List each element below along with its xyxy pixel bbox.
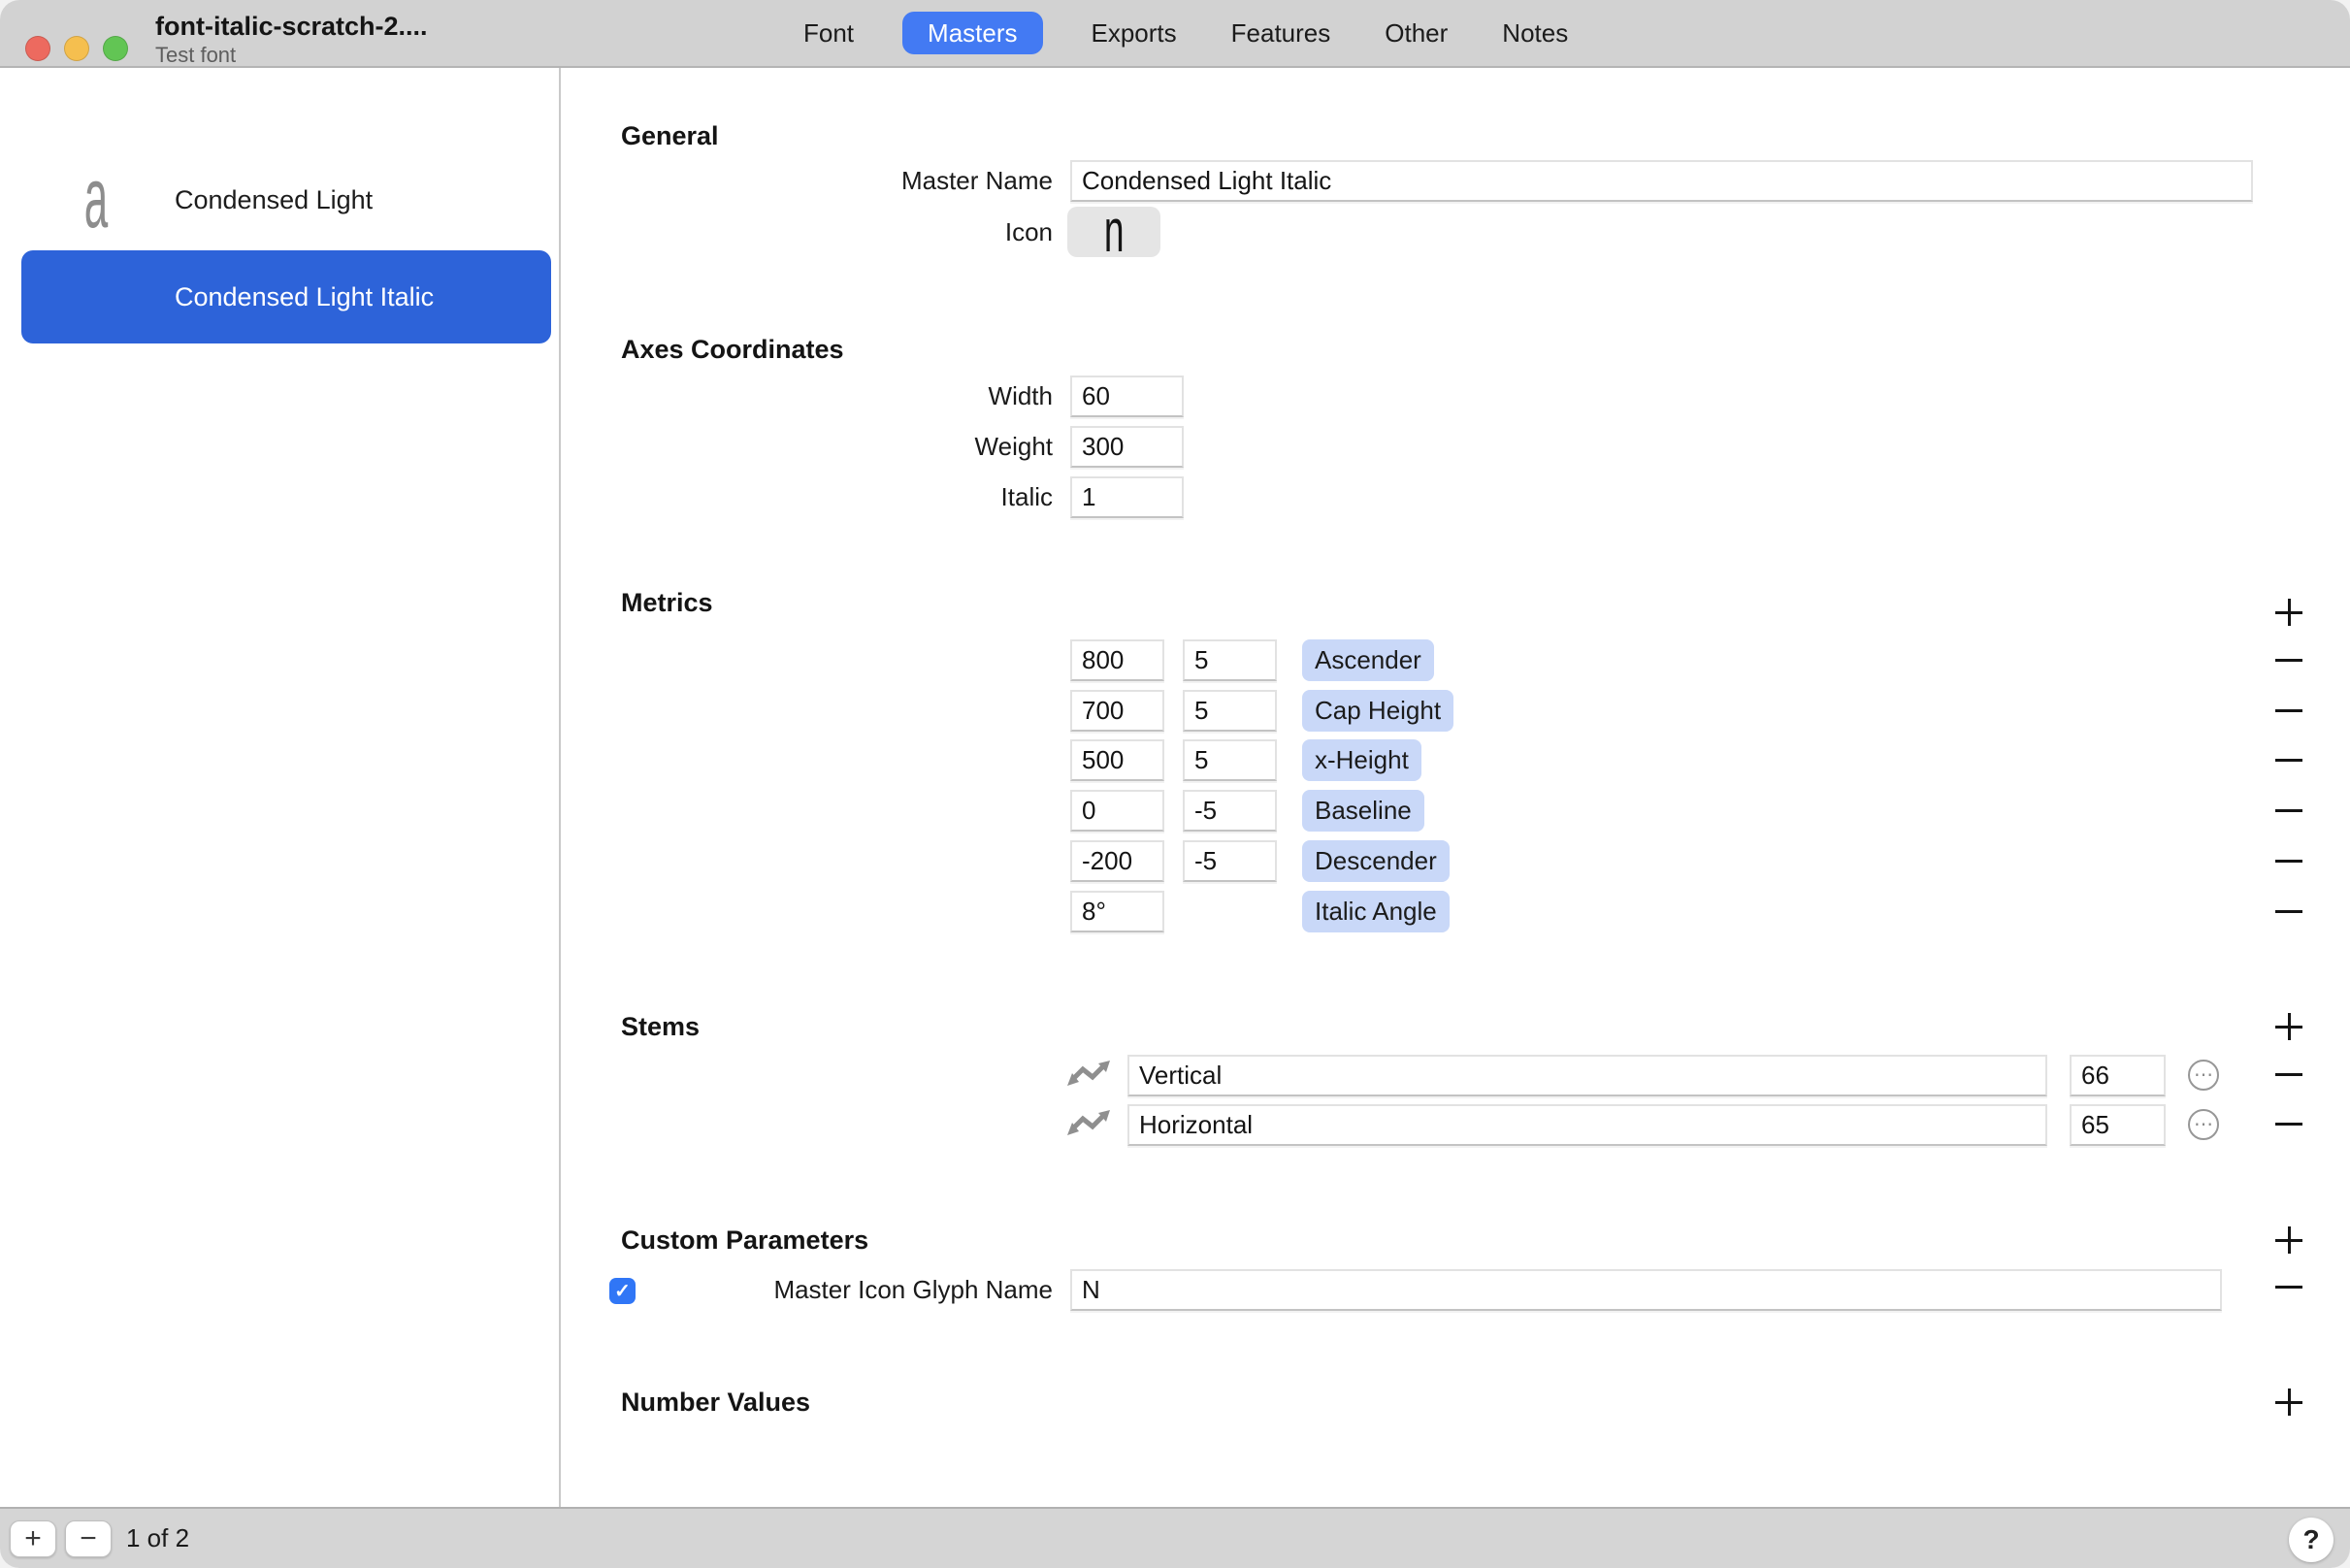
section-heading-general: General <box>621 121 719 150</box>
metric-token-x-height[interactable]: x-Height <box>1302 739 1421 781</box>
metric-overshoot-input[interactable]: -5 <box>1183 840 1277 882</box>
add-number-value-button[interactable] <box>2275 1388 2302 1416</box>
remove-master-button[interactable]: − <box>65 1520 112 1557</box>
metric-value-input[interactable]: 800 <box>1070 639 1164 681</box>
metric-value-input[interactable]: -200 <box>1070 840 1164 882</box>
metric-value-input[interactable]: 500 <box>1070 739 1164 781</box>
metric-value-input[interactable]: 8° <box>1070 891 1164 932</box>
master-count-label: 1 of 2 <box>126 1523 189 1553</box>
title-bar: font-italic-scratch-2.... Test font Font… <box>0 0 2350 68</box>
metric-token-descender[interactable]: Descender <box>1302 840 1450 882</box>
metric-overshoot-input[interactable]: 5 <box>1183 639 1277 681</box>
bottom-bar: + − 1 of 2 ? <box>0 1507 2350 1568</box>
axis-weight-input[interactable]: 300 <box>1070 426 1184 468</box>
masters-sidebar: a Condensed Light Condensed Light Italic <box>0 68 561 1507</box>
add-stem-button[interactable] <box>2275 1013 2302 1040</box>
metric-value-input[interactable]: 0 <box>1070 790 1164 832</box>
stem-options-icon[interactable]: ⋯ <box>2188 1109 2219 1140</box>
document-subtitle: Test font <box>155 43 236 68</box>
app-window: font-italic-scratch-2.... Test font Font… <box>0 0 2350 1568</box>
section-heading-custom-parameters: Custom Parameters <box>621 1225 868 1255</box>
minimize-window-icon[interactable] <box>64 36 89 61</box>
remove-stem-button[interactable] <box>2275 1110 2302 1137</box>
stem-value-input[interactable]: 65 <box>2070 1104 2166 1146</box>
tab-font[interactable]: Font <box>798 12 860 54</box>
section-heading-axes: Axes Coordinates <box>621 335 844 364</box>
axis-width-label: Width <box>621 376 1053 417</box>
section-heading-stems: Stems <box>621 1012 700 1041</box>
remove-metric-button[interactable] <box>2275 797 2302 824</box>
section-heading-number-values: Number Values <box>621 1388 810 1417</box>
metric-overshoot-input[interactable]: -5 <box>1183 790 1277 832</box>
remove-metric-button[interactable] <box>2275 697 2302 724</box>
zoom-window-icon[interactable] <box>103 36 128 61</box>
sidebar-item-condensed-light-italic[interactable]: Condensed Light Italic <box>21 250 551 343</box>
add-custom-parameter-button[interactable] <box>2275 1226 2302 1254</box>
sidebar-item-condensed-light[interactable]: Condensed Light <box>175 185 373 215</box>
stem-arrow-icon <box>1067 1060 1110 1087</box>
axis-italic-input[interactable]: 1 <box>1070 476 1184 518</box>
stem-value-input[interactable]: 66 <box>2070 1055 2166 1096</box>
metric-token-ascender[interactable]: Ascender <box>1302 639 1434 681</box>
tab-notes[interactable]: Notes <box>1496 12 1574 54</box>
tab-bar: Font Masters Exports Features Other Note… <box>798 12 1574 54</box>
remove-metric-button[interactable] <box>2275 646 2302 673</box>
master-name-label: Master Name <box>621 160 1053 202</box>
remove-metric-button[interactable] <box>2275 847 2302 874</box>
master-glyph-icon: a <box>80 163 114 233</box>
remove-metric-button[interactable] <box>2275 898 2302 925</box>
master-icon-glyph: n <box>1104 207 1125 257</box>
remove-metric-button[interactable] <box>2275 746 2302 773</box>
stem-name-input[interactable]: Horizontal <box>1127 1104 2047 1146</box>
icon-label: Icon <box>621 207 1053 257</box>
custom-parameter-name-label: Master Icon Glyph Name <box>621 1269 1053 1311</box>
metric-token-baseline[interactable]: Baseline <box>1302 790 1424 832</box>
add-master-button[interactable]: + <box>10 1520 56 1557</box>
stem-arrow-icon <box>1067 1109 1110 1136</box>
metric-token-cap-height[interactable]: Cap Height <box>1302 690 1453 732</box>
axis-weight-label: Weight <box>621 426 1053 468</box>
document-title: font-italic-scratch-2.... <box>155 12 428 42</box>
master-name-input[interactable]: Condensed Light Italic <box>1070 160 2253 202</box>
stem-options-icon[interactable]: ⋯ <box>2188 1060 2219 1091</box>
tab-features[interactable]: Features <box>1225 12 1337 54</box>
tab-masters[interactable]: Masters <box>902 12 1042 54</box>
metric-token-italic-angle[interactable]: Italic Angle <box>1302 891 1450 932</box>
remove-custom-parameter-button[interactable] <box>2275 1273 2302 1300</box>
axis-italic-label: Italic <box>621 476 1053 518</box>
metric-overshoot-input[interactable]: 5 <box>1183 739 1277 781</box>
selected-master-label: Condensed Light Italic <box>175 282 434 312</box>
help-button[interactable]: ? <box>2289 1518 2334 1562</box>
section-heading-metrics: Metrics <box>621 588 713 617</box>
axis-width-input[interactable]: 60 <box>1070 376 1184 417</box>
stem-name-input[interactable]: Vertical <box>1127 1055 2047 1096</box>
tab-other[interactable]: Other <box>1379 12 1453 54</box>
add-metric-button[interactable] <box>2275 599 2302 626</box>
custom-parameter-value-input[interactable]: N <box>1070 1269 2222 1311</box>
close-window-icon[interactable] <box>25 36 50 61</box>
remove-stem-button[interactable] <box>2275 1061 2302 1088</box>
tab-exports[interactable]: Exports <box>1086 12 1183 54</box>
metric-value-input[interactable]: 700 <box>1070 690 1164 732</box>
metric-overshoot-input[interactable]: 5 <box>1183 690 1277 732</box>
master-icon-button[interactable]: n <box>1067 207 1160 257</box>
